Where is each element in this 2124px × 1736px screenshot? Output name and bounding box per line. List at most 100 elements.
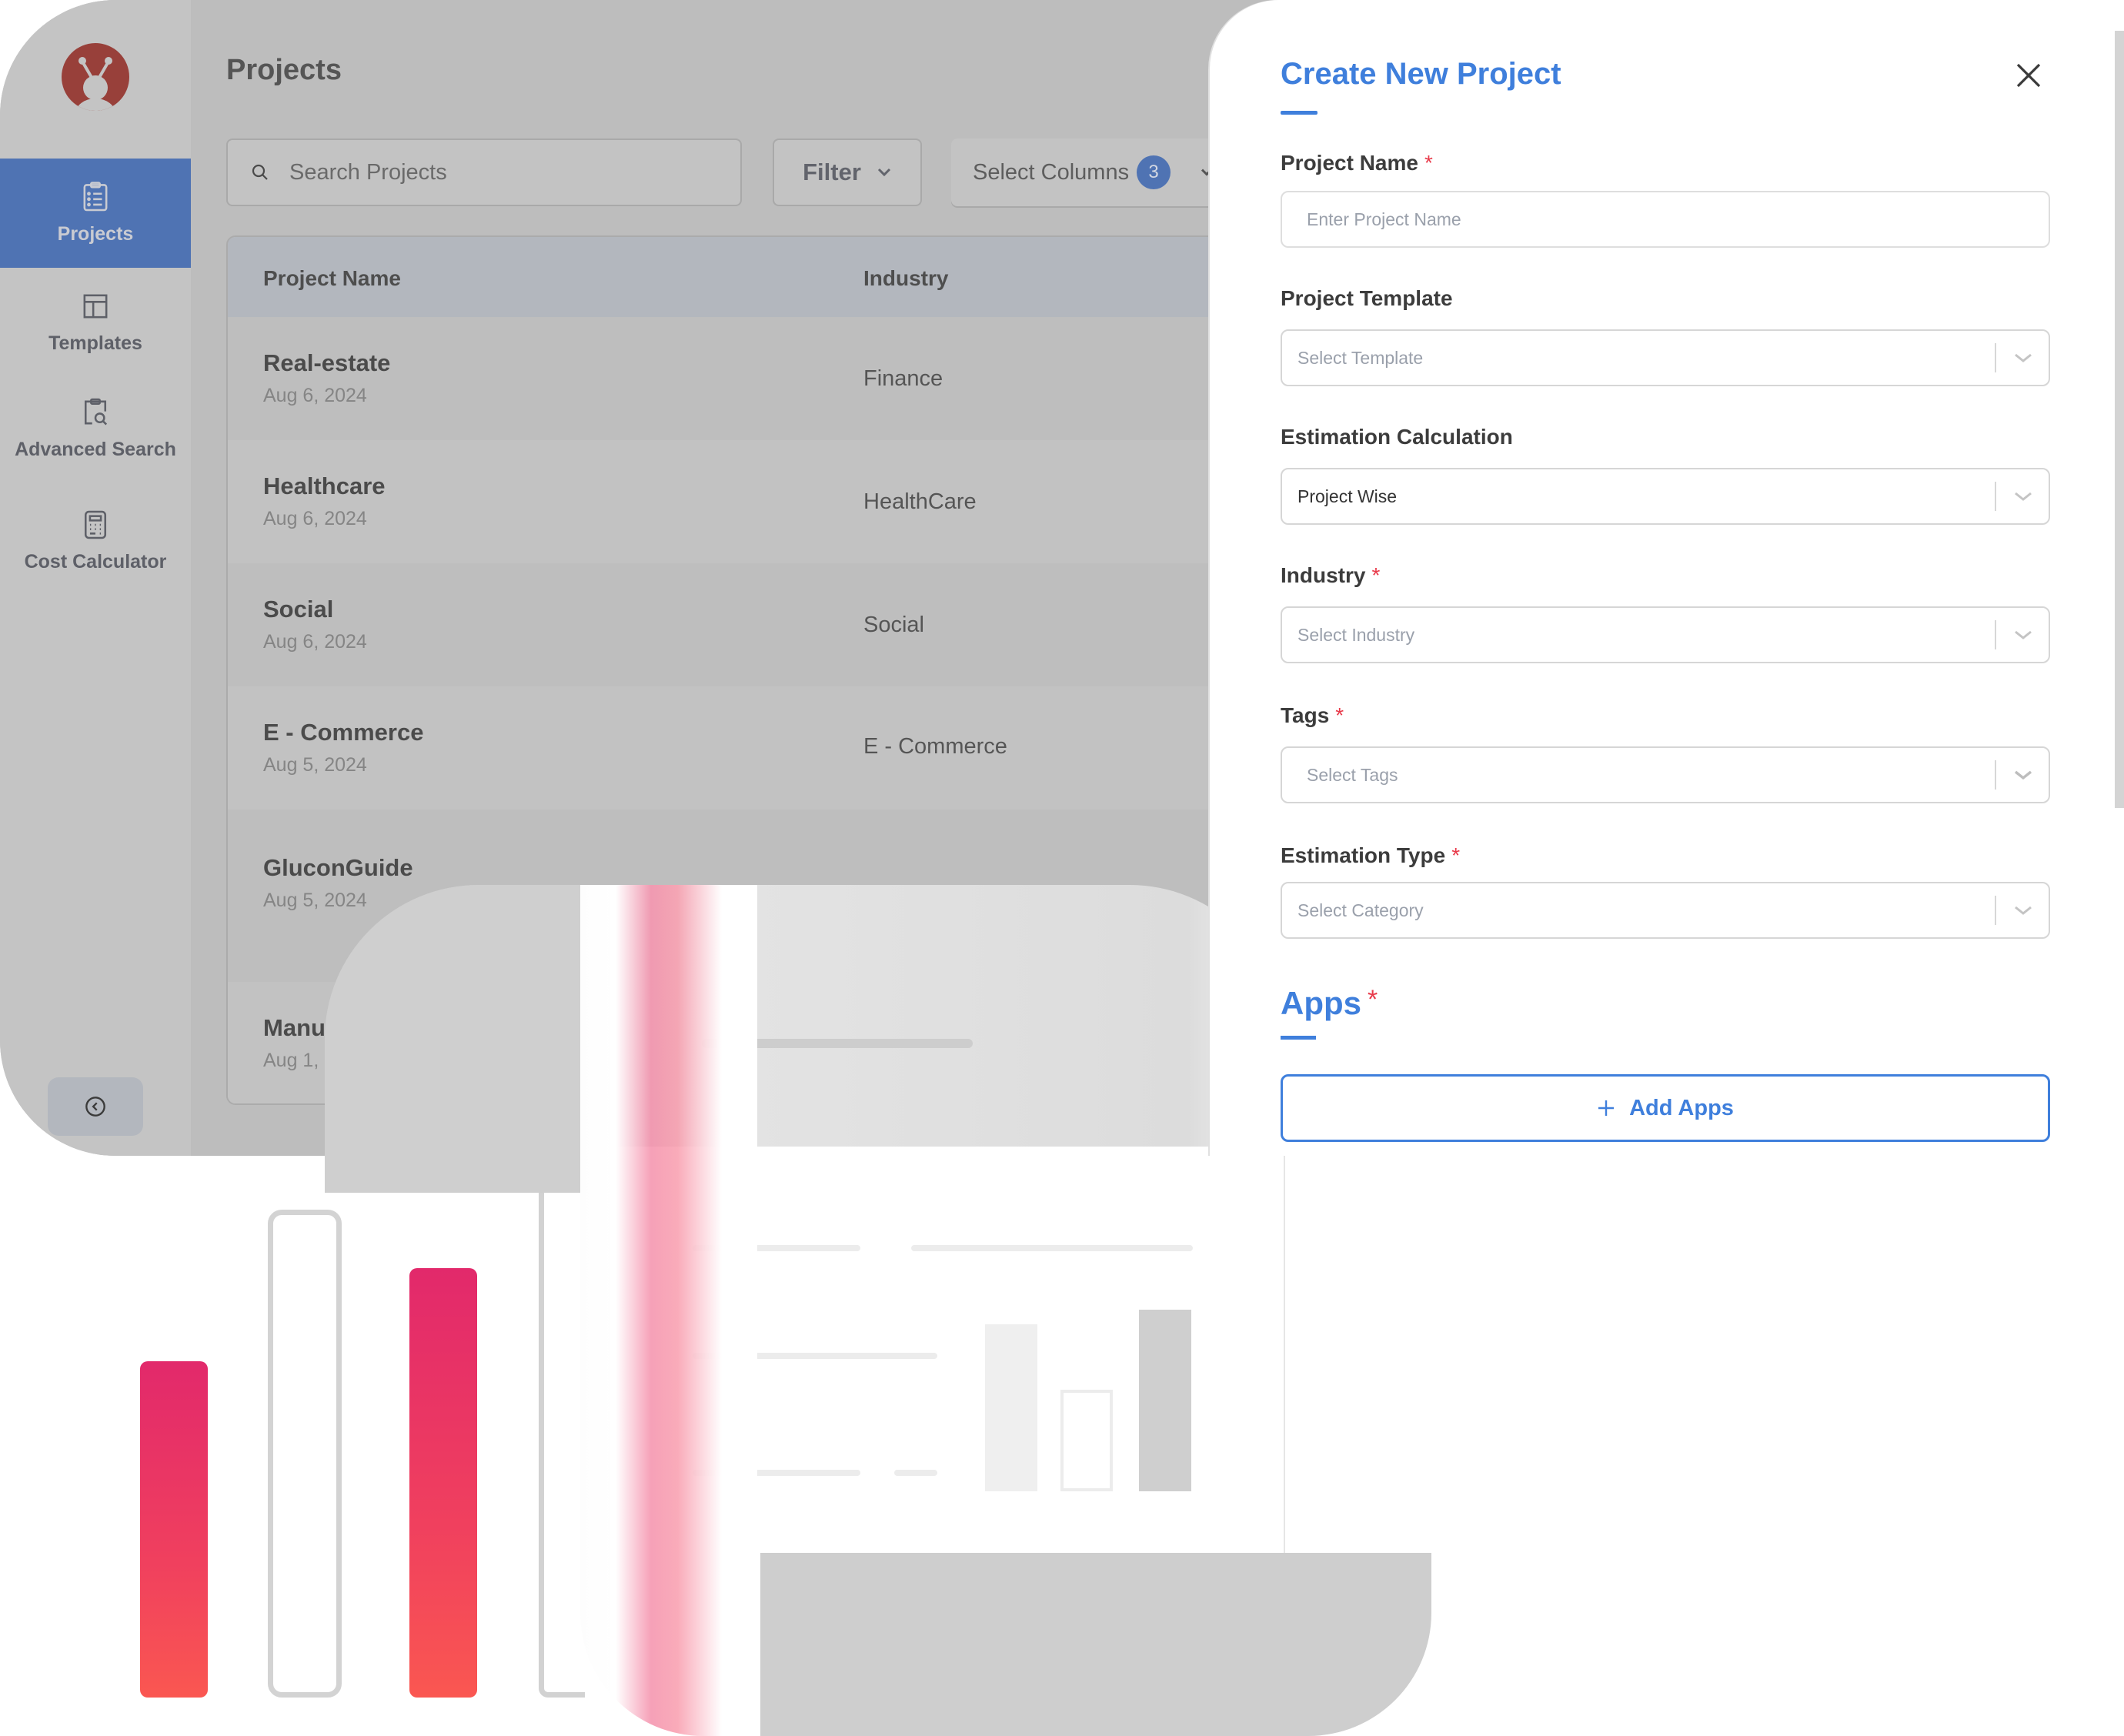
column-header-industry[interactable]: Industry bbox=[863, 266, 948, 291]
industry-label: Industry * bbox=[1281, 563, 1380, 588]
apps-section-title: Apps * bbox=[1281, 985, 1378, 1022]
app-version: v 0.4.7 bbox=[22, 1142, 62, 1156]
calculator-icon bbox=[82, 509, 109, 540]
sidebar-item-label: Templates bbox=[48, 332, 142, 354]
paper-mini-bar bbox=[985, 1324, 1037, 1491]
table-row[interactable]: Healthcare Aug 6, 2024 HealthCare bbox=[228, 440, 1302, 563]
required-asterisk: * bbox=[1371, 563, 1381, 587]
estimation-calculation-select[interactable]: Project Wise bbox=[1281, 468, 2050, 525]
layout-template-icon bbox=[82, 291, 109, 322]
decorative-bar bbox=[140, 1361, 208, 1698]
table-row[interactable]: Real-estate Aug 6, 2024 Finance bbox=[228, 317, 1302, 440]
select-value: Project Wise bbox=[1297, 486, 1398, 506]
clipboard-list-icon bbox=[82, 181, 109, 212]
chevron-down-icon bbox=[2015, 906, 2032, 915]
chevron-down-icon bbox=[2014, 770, 2032, 780]
project-date-cell: Aug 1, bbox=[263, 1050, 319, 1071]
required-asterisk: * bbox=[1451, 843, 1461, 867]
project-name-input[interactable] bbox=[1281, 191, 2050, 248]
project-template-label: Project Template bbox=[1281, 286, 1453, 310]
search-placeholder: Search Projects bbox=[289, 159, 447, 185]
project-date-cell: Aug 5, 2024 bbox=[263, 890, 367, 911]
chevron-down-icon bbox=[2015, 492, 2032, 501]
project-name-cell[interactable]: E - Commerce bbox=[263, 719, 423, 746]
decorative-paper-curl bbox=[760, 1553, 1431, 1736]
plus-icon bbox=[1598, 1100, 1615, 1116]
search-input[interactable]: Search Projects bbox=[226, 139, 742, 206]
decorative-bar bbox=[409, 1268, 477, 1698]
filter-button[interactable]: Filter bbox=[773, 139, 922, 206]
select-placeholder: Select Tags bbox=[1307, 764, 1398, 785]
close-icon bbox=[2016, 63, 2041, 88]
project-date-cell: Aug 5, 2024 bbox=[263, 754, 367, 776]
select-columns-label: Select Columns bbox=[973, 159, 1130, 185]
project-name-cell[interactable]: Social bbox=[263, 596, 333, 623]
chevron-down-icon bbox=[2015, 353, 2032, 362]
chevron-down-icon bbox=[2015, 630, 2032, 639]
create-project-panel: Create New Project Project Name* Project… bbox=[1210, 0, 2124, 1156]
project-name-cell[interactable]: Healthcare bbox=[263, 472, 386, 500]
project-template-select[interactable]: Select Template bbox=[1281, 329, 2050, 386]
industry-cell: E - Commerce bbox=[863, 734, 1007, 759]
panel-title: Create New Project bbox=[1281, 57, 1561, 91]
project-date-cell: Aug 6, 2024 bbox=[263, 385, 367, 406]
select-placeholder: Select Industry bbox=[1297, 624, 1415, 645]
project-name-cell[interactable]: GluconGuide bbox=[263, 854, 413, 882]
label-text: Tags bbox=[1281, 703, 1330, 727]
title-underline bbox=[1281, 111, 1317, 115]
estimation-type-select[interactable]: Select Category bbox=[1281, 882, 2050, 939]
column-header-project-name[interactable]: Project Name bbox=[263, 266, 401, 291]
chevron-down-icon bbox=[877, 168, 890, 177]
select-separator bbox=[1995, 760, 1996, 790]
table-row[interactable]: E - Commerce Aug 5, 2024 E - Commerce bbox=[228, 686, 1302, 810]
sidebar-item-label: Projects bbox=[57, 222, 134, 245]
required-asterisk: * bbox=[1424, 151, 1433, 175]
industry-cell: Social bbox=[863, 613, 924, 637]
project-name-cell[interactable]: Real-estate bbox=[263, 349, 390, 377]
tags-label: Tags * bbox=[1281, 703, 1344, 728]
sidebar-item-cost-calculator[interactable]: Cost Calculator bbox=[0, 486, 191, 596]
industry-select[interactable]: Select Industry bbox=[1281, 606, 2050, 663]
paper-mini-bar bbox=[1139, 1310, 1191, 1491]
add-apps-button[interactable]: Add Apps bbox=[1281, 1074, 2050, 1142]
select-separator bbox=[1995, 482, 1996, 511]
label-text: Project Name bbox=[1281, 151, 1418, 175]
required-asterisk: * bbox=[1335, 703, 1344, 727]
sidebar-item-projects[interactable]: Projects bbox=[0, 159, 191, 268]
label-text: Industry bbox=[1281, 563, 1366, 587]
project-date-cell: Aug 6, 2024 bbox=[263, 508, 367, 529]
select-placeholder: Select Category bbox=[1297, 900, 1424, 920]
clipboard-search-icon bbox=[82, 397, 109, 428]
tags-select[interactable]: Select Tags bbox=[1281, 746, 2050, 803]
apps-title-text: Apps bbox=[1281, 985, 1361, 1021]
collapse-sidebar-button[interactable] bbox=[48, 1077, 143, 1136]
decorative-paper-fold bbox=[325, 885, 757, 1736]
panel-scrollbar[interactable] bbox=[2115, 31, 2124, 808]
filter-label: Filter bbox=[803, 159, 861, 185]
table-row[interactable]: Social Aug 6, 2024 Social bbox=[228, 563, 1302, 686]
app-logo[interactable] bbox=[62, 43, 129, 111]
project-date-cell: Aug 6, 2024 bbox=[263, 631, 367, 653]
project-name-cell[interactable]: Manu bbox=[263, 1014, 326, 1042]
select-placeholder: Select Template bbox=[1297, 347, 1424, 368]
sidebar-item-templates[interactable]: Templates bbox=[0, 268, 191, 377]
paper-mini-bar bbox=[1060, 1390, 1113, 1491]
select-separator bbox=[1995, 620, 1996, 649]
close-panel-button[interactable] bbox=[2013, 60, 2044, 91]
selected-columns-count-badge: 3 bbox=[1137, 155, 1171, 189]
search-icon bbox=[252, 164, 268, 180]
sidebar-item-advanced-search[interactable]: Advanced Search bbox=[0, 374, 191, 483]
estimation-type-label: Estimation Type * bbox=[1281, 843, 1460, 868]
industry-cell: Finance bbox=[863, 366, 943, 391]
add-apps-label: Add Apps bbox=[1629, 1095, 1734, 1120]
project-name-label: Project Name * bbox=[1281, 151, 1433, 175]
decorative-paper-back bbox=[539, 1147, 585, 1698]
select-separator bbox=[1995, 343, 1996, 372]
select-separator bbox=[1995, 896, 1996, 925]
sidebar-item-label: Advanced Search bbox=[15, 438, 176, 460]
apps-title-underline bbox=[1281, 1036, 1316, 1040]
paper-line bbox=[911, 1245, 1193, 1251]
decorative-bar bbox=[268, 1210, 342, 1698]
estimation-calculation-label: Estimation Calculation bbox=[1281, 425, 1513, 449]
table-header: Project Name Industry bbox=[228, 237, 1302, 317]
